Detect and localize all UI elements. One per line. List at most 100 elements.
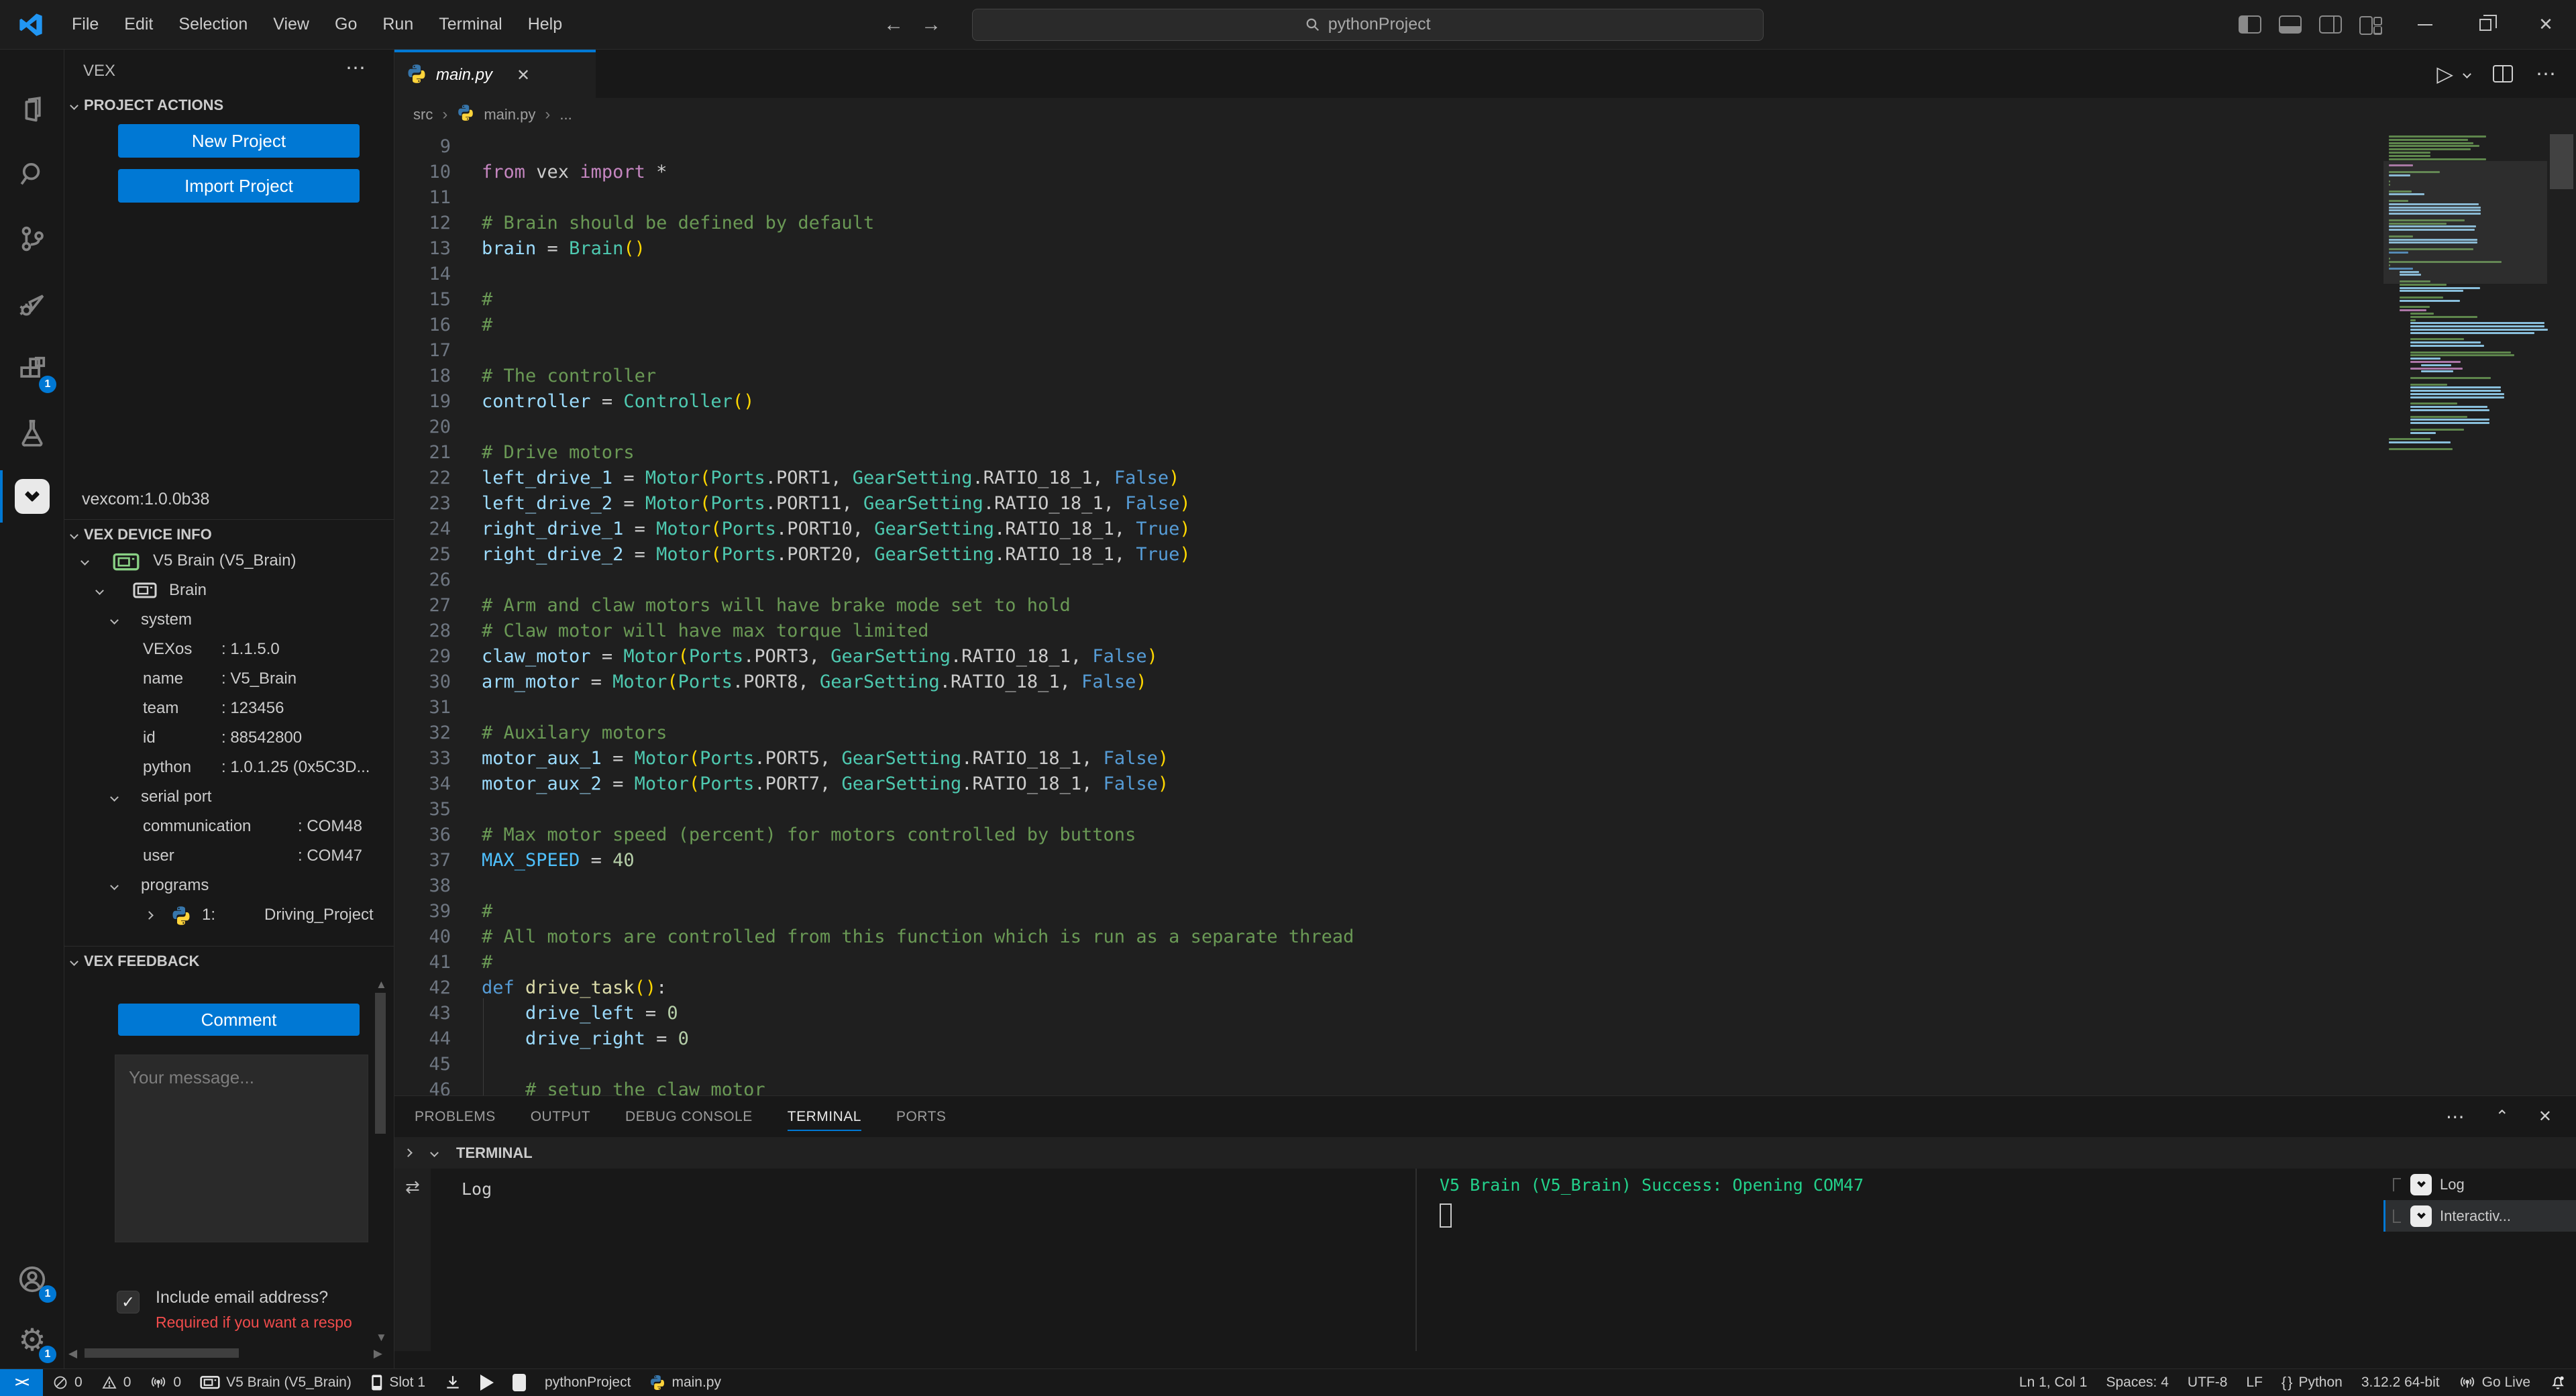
sidebar-horizontal-scrollbar[interactable]: ◀ ▶ <box>64 1346 393 1360</box>
code-line-12[interactable]: 12# Brain should be defined by default <box>394 211 2576 236</box>
toggle-sidebar-icon[interactable] <box>2239 15 2261 34</box>
code-line-11[interactable]: 11 <box>394 185 2576 211</box>
tree-row[interactable]: VEXos: 1.1.5.0 <box>64 635 394 664</box>
breadcrumb[interactable]: src › main.py › ... <box>394 98 2576 131</box>
new-project-button[interactable]: New Project <box>118 124 360 158</box>
tree-row[interactable]: V5 Brain (V5_Brain) <box>64 546 394 576</box>
code-line-9[interactable]: 9 <box>394 134 2576 160</box>
code-line-34[interactable]: 34motor_aux_2 = Motor(Ports.PORT7, GearS… <box>394 771 2576 797</box>
breadcrumb-src[interactable]: src <box>413 106 433 123</box>
tree-row[interactable]: name: V5_Brain <box>64 664 394 694</box>
code-line-23[interactable]: 23left_drive_2 = Motor(Ports.PORT11, Gea… <box>394 491 2576 517</box>
status-brain[interactable]: V5 Brain (V5_Brain) <box>191 1369 361 1396</box>
code-line-20[interactable]: 20 <box>394 415 2576 440</box>
tree-row[interactable]: system <box>64 605 394 635</box>
menu-file[interactable]: File <box>59 8 111 41</box>
code-line-21[interactable]: 21# Drive motors <box>394 440 2576 466</box>
code-line-30[interactable]: 30arm_motor = Motor(Ports.PORT8, GearSet… <box>394 669 2576 695</box>
split-editor-icon[interactable] <box>2493 65 2513 83</box>
menu-edit[interactable]: Edit <box>111 8 166 41</box>
remote-indicator[interactable]: >< <box>0 1369 43 1396</box>
nav-forward-icon[interactable]: → <box>921 13 941 36</box>
activity-extensions-icon[interactable]: 1 <box>0 338 64 401</box>
tree-row[interactable]: serial port <box>64 782 394 812</box>
minimap[interactable] <box>2383 131 2547 1095</box>
code-line-35[interactable]: 35 <box>394 797 2576 822</box>
panel-tab-terminal[interactable]: TERMINAL <box>788 1096 861 1137</box>
status-utf-8[interactable]: UTF-8 <box>2178 1369 2237 1396</box>
feedback-message-input[interactable]: Your message... <box>115 1055 368 1242</box>
activity-search-icon[interactable] <box>0 143 64 206</box>
menu-terminal[interactable]: Terminal <box>426 8 515 41</box>
code-line-40[interactable]: 40# All motors are controlled from this … <box>394 924 2576 950</box>
sidebar-vertical-scrollbar[interactable]: ▲ ▼ <box>375 981 386 1343</box>
tree-row[interactable]: python: 1.0.1.25 (0x5C3D... <box>64 753 394 782</box>
code-editor[interactable]: 910from vex import *1112# Brain should b… <box>394 131 2576 1095</box>
code-line-39[interactable]: 39# <box>394 899 2576 924</box>
toggle-panel-icon[interactable] <box>2279 15 2302 34</box>
code-line-32[interactable]: 32# Auxilary motors <box>394 720 2576 746</box>
tab-main-py[interactable]: main.py ✕ <box>394 50 596 98</box>
import-project-button[interactable]: Import Project <box>118 169 360 203</box>
panel-more-actions-icon[interactable]: ⋯ <box>2446 1106 2466 1128</box>
code-line-37[interactable]: 37MAX_SPEED = 40 <box>394 848 2576 873</box>
terminal-log-pane[interactable]: Log <box>431 1169 1415 1351</box>
menu-selection[interactable]: Selection <box>166 8 260 41</box>
sidebar-more-actions-icon[interactable]: ⋯ <box>345 56 367 80</box>
toggle-secondary-sidebar-icon[interactable] <box>2319 15 2342 34</box>
code-line-42[interactable]: 42def drive_task(): <box>394 975 2576 1001</box>
tab-close-icon[interactable]: ✕ <box>517 66 530 85</box>
status-slot[interactable]: Slot 1 <box>361 1369 435 1396</box>
breadcrumb-symbol[interactable]: ... <box>559 106 572 123</box>
status-pythonproject[interactable]: pythonProject <box>535 1369 640 1396</box>
code-line-10[interactable]: 10from vex import * <box>394 160 2576 185</box>
code-line-26[interactable]: 26 <box>394 568 2576 593</box>
tree-row[interactable]: Brain <box>64 576 394 605</box>
customize-layout-icon[interactable] <box>2359 15 2386 34</box>
scroll-left-icon[interactable]: ◀ <box>68 1347 77 1360</box>
activity-run-and-debug-icon[interactable] <box>0 273 64 336</box>
scroll-down-icon[interactable]: ▼ <box>376 1331 387 1344</box>
section-device-info[interactable]: VEX DEVICE INFO <box>71 526 212 543</box>
status-feedback[interactable]: 0 <box>140 1369 191 1396</box>
panel-tab-output[interactable]: OUTPUT <box>531 1096 590 1137</box>
panel-close-icon[interactable]: ✕ <box>2538 1107 2552 1126</box>
code-line-43[interactable]: 43 drive_left = 0 <box>394 1001 2576 1026</box>
terminal-section-header[interactable]: TERMINAL <box>394 1137 2576 1169</box>
tree-row[interactable]: user: COM47 <box>64 841 394 871</box>
code-line-33[interactable]: 33motor_aux_1 = Motor(Ports.PORT5, GearS… <box>394 746 2576 771</box>
code-line-13[interactable]: 13brain = Brain() <box>394 236 2576 262</box>
command-center-search[interactable]: pythonProject <box>972 9 1764 41</box>
section-vex-feedback[interactable]: VEX FEEDBACK <box>71 953 199 970</box>
scroll-up-icon[interactable]: ▲ <box>376 978 387 991</box>
status-download[interactable] <box>435 1369 471 1396</box>
code-line-28[interactable]: 28# Claw motor will have max torque limi… <box>394 619 2576 644</box>
code-line-38[interactable]: 38 <box>394 873 2576 899</box>
panel-tab-ports[interactable]: PORTS <box>896 1096 946 1137</box>
menu-view[interactable]: View <box>260 8 322 41</box>
editor-scrollbar[interactable] <box>2547 131 2576 1095</box>
activity-source-control-icon[interactable] <box>0 207 64 270</box>
activity-testing-icon[interactable] <box>0 401 64 464</box>
breadcrumb-file[interactable]: main.py <box>484 106 535 123</box>
status-play[interactable] <box>471 1369 503 1396</box>
code-line-41[interactable]: 41# <box>394 950 2576 975</box>
activity-settings-icon[interactable]: ⚙1 <box>0 1308 64 1371</box>
activity-vex-icon[interactable] <box>0 465 64 528</box>
terminal-instance-interactiv[interactable]: Interactiv... <box>2383 1200 2576 1232</box>
status-lf[interactable]: LF <box>2237 1369 2272 1396</box>
section-project-actions[interactable]: PROJECT ACTIONS <box>71 97 223 114</box>
code-line-24[interactable]: 24right_drive_1 = Motor(Ports.PORT10, Ge… <box>394 517 2576 542</box>
status-braces[interactable]: { }Python <box>2272 1369 2352 1396</box>
include-email-checkbox[interactable]: ✓ <box>117 1291 140 1313</box>
code-line-27[interactable]: 27# Arm and claw motors will have brake … <box>394 593 2576 619</box>
status-stop[interactable] <box>503 1369 535 1396</box>
swap-ports-icon[interactable]: ⇄ <box>405 1177 420 1197</box>
code-line-15[interactable]: 15# <box>394 287 2576 313</box>
terminal-interactive-pane[interactable]: V5 Brain (V5_Brain) Success: Opening COM… <box>1417 1169 2383 1351</box>
status-golive[interactable]: Go Live <box>2449 1369 2540 1396</box>
code-line-25[interactable]: 25right_drive_2 = Motor(Ports.PORT20, Ge… <box>394 542 2576 568</box>
nav-back-icon[interactable]: ← <box>883 13 904 36</box>
panel-tab-problems[interactable]: PROBLEMS <box>415 1096 496 1137</box>
tree-row[interactable]: 1:Driving_Project <box>64 900 394 930</box>
